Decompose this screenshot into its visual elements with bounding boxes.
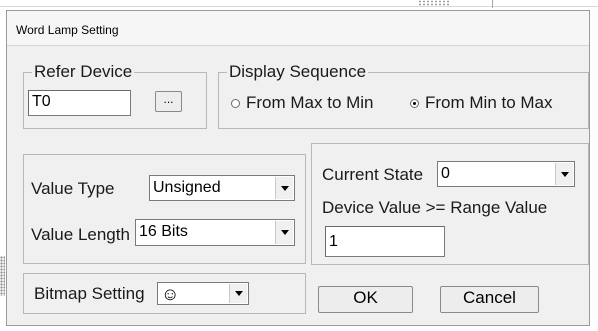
radio-min-to-max-label: From Min to Max [425,93,553,112]
value-length-select[interactable]: 16 Bits [135,219,295,246]
bitmap-group: Bitmap Setting ☺ [23,273,306,314]
background-border [0,6,598,7]
ok-button[interactable]: OK [318,286,413,313]
value-length-label: Value Length [31,225,130,244]
radio-max-to-min-circle[interactable] [231,98,240,108]
refer-device-legend: Refer Device [32,62,135,82]
window-title: Word Lamp Setting [16,23,119,37]
radio-max-to-min-label: From Max to Min [246,93,374,112]
value-type-select[interactable]: Unsigned [149,175,295,201]
device-value-input[interactable]: 1 [325,226,445,257]
background-marks [0,256,5,296]
refer-device-group: Refer Device T0 ... [23,62,207,129]
chevron-down-icon[interactable] [229,284,247,303]
title-bar[interactable]: Word Lamp Setting [7,11,589,46]
current-state-select[interactable]: 0 [437,161,575,187]
refer-device-input[interactable]: T0 [28,90,131,116]
chevron-down-icon[interactable] [275,177,293,199]
radio-min-to-max-circle[interactable] [410,98,419,108]
value-type-label: Value Type [31,179,115,198]
value-length-value: 16 Bits [139,223,188,240]
browse-button[interactable]: ... [155,91,182,112]
device-value-label: Device Value >= Range Value [322,198,548,217]
chevron-down-icon[interactable] [275,221,293,244]
display-sequence-legend: Display Sequence [227,62,369,82]
display-sequence-group: Display Sequence From Max to Min From Mi… [218,62,589,129]
word-lamp-dialog: Word Lamp Setting Refer Device T0 ... Di… [6,10,590,326]
value-group: Value Type Unsigned Value Length 16 Bits [23,154,306,264]
current-state-value: 0 [441,165,450,182]
background-grid [418,0,450,6]
radio-max-to-min[interactable]: From Max to Min [231,92,425,114]
state-group: Current State 0 Device Value >= Range Va… [311,143,589,265]
bitmap-select[interactable]: ☺ [157,282,249,305]
current-state-label: Current State [322,165,424,184]
background-divider [492,0,493,8]
value-type-value: Unsigned [153,179,221,196]
chevron-down-icon[interactable] [555,163,573,185]
cancel-button[interactable]: Cancel [440,286,539,313]
smiley-icon: ☺ [161,284,180,304]
bitmap-setting-label: Bitmap Setting [34,284,145,303]
radio-min-to-max[interactable]: From Min to Max [410,92,589,114]
